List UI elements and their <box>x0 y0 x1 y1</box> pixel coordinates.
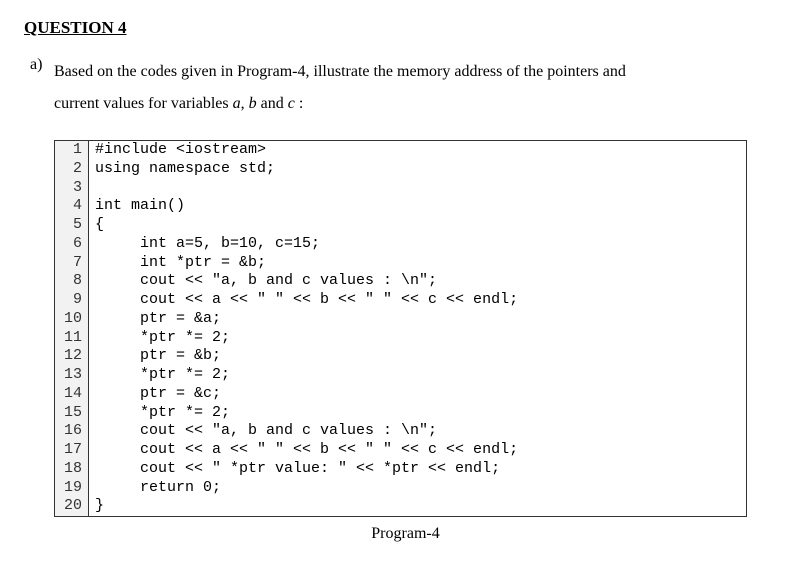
line-number: 17 <box>55 441 89 460</box>
line-number: 18 <box>55 460 89 479</box>
code-text: using namespace std; <box>89 160 275 179</box>
code-text: int main() <box>89 197 185 216</box>
code-listing: 1#include <iostream> 2using namespace st… <box>54 140 747 517</box>
line-number: 14 <box>55 385 89 404</box>
var-a: a <box>233 95 241 112</box>
code-line: 8 cout << "a, b and c values : \n"; <box>55 272 746 291</box>
code-line: 4int main() <box>55 197 746 216</box>
sep-1: , <box>241 95 249 112</box>
code-line: 18 cout << " *ptr value: " << *ptr << en… <box>55 460 746 479</box>
line-number: 5 <box>55 216 89 235</box>
code-text: ptr = &b; <box>89 347 221 366</box>
code-text: cout << "a, b and c values : \n"; <box>89 422 437 441</box>
code-line: 2using namespace std; <box>55 160 746 179</box>
code-text: *ptr *= 2; <box>89 366 230 385</box>
code-line: 9 cout << a << " " << b << " " << c << e… <box>55 291 746 310</box>
code-line: 15 *ptr *= 2; <box>55 404 746 423</box>
line-number: 7 <box>55 254 89 273</box>
code-text: #include <iostream> <box>89 141 266 160</box>
line-number: 13 <box>55 366 89 385</box>
line-number: 9 <box>55 291 89 310</box>
code-text: cout << a << " " << b << " " << c << end… <box>89 291 518 310</box>
var-b: b <box>249 95 257 112</box>
question-item: a) Based on the codes given in Program-4… <box>30 56 787 120</box>
line-number: 3 <box>55 179 89 198</box>
code-caption: Program-4 <box>24 525 787 543</box>
line-number: 12 <box>55 347 89 366</box>
line-number: 15 <box>55 404 89 423</box>
code-text: int a=5, b=10, c=15; <box>89 235 320 254</box>
code-line: 7 int *ptr = &b; <box>55 254 746 273</box>
code-text: int *ptr = &b; <box>89 254 266 273</box>
prompt-line-1: Based on the codes given in Program-4, i… <box>54 63 626 80</box>
code-line: 16 cout << "a, b and c values : \n"; <box>55 422 746 441</box>
line-number: 4 <box>55 197 89 216</box>
line-number: 1 <box>55 141 89 160</box>
code-text: ptr = &c; <box>89 385 221 404</box>
code-text: cout << " *ptr value: " << *ptr << endl; <box>89 460 500 479</box>
code-text: cout << "a, b and c values : \n"; <box>89 272 437 291</box>
code-line: 20} <box>55 497 746 516</box>
code-text: *ptr *= 2; <box>89 329 230 348</box>
code-line: 5{ <box>55 216 746 235</box>
code-line: 3 <box>55 179 746 198</box>
code-line: 12 ptr = &b; <box>55 347 746 366</box>
line-number: 19 <box>55 479 89 498</box>
line-number: 11 <box>55 329 89 348</box>
code-text: ptr = &a; <box>89 310 221 329</box>
code-text: *ptr *= 2; <box>89 404 230 423</box>
item-letter: a) <box>30 56 54 74</box>
code-text: return 0; <box>89 479 221 498</box>
code-line: 1#include <iostream> <box>55 141 746 160</box>
code-line: 17 cout << a << " " << b << " " << c << … <box>55 441 746 460</box>
line-number: 20 <box>55 497 89 516</box>
code-line: 11 *ptr *= 2; <box>55 329 746 348</box>
code-text: } <box>89 497 104 516</box>
question-heading: QUESTION 4 <box>24 18 787 38</box>
code-text: { <box>89 216 104 235</box>
prompt-line-2-post: : <box>295 95 303 112</box>
line-number: 10 <box>55 310 89 329</box>
code-line: 10 ptr = &a; <box>55 310 746 329</box>
code-text <box>89 179 95 198</box>
code-line: 14 ptr = &c; <box>55 385 746 404</box>
prompt-line-2-pre: current values for variables <box>54 95 233 112</box>
line-number: 16 <box>55 422 89 441</box>
sep-2: and <box>257 95 288 112</box>
code-text: cout << a << " " << b << " " << c << end… <box>89 441 518 460</box>
code-line: 19 return 0; <box>55 479 746 498</box>
line-number: 6 <box>55 235 89 254</box>
line-number: 8 <box>55 272 89 291</box>
var-c: c <box>288 95 295 112</box>
line-number: 2 <box>55 160 89 179</box>
question-text: Based on the codes given in Program-4, i… <box>54 56 626 120</box>
code-line: 13 *ptr *= 2; <box>55 366 746 385</box>
code-line: 6 int a=5, b=10, c=15; <box>55 235 746 254</box>
